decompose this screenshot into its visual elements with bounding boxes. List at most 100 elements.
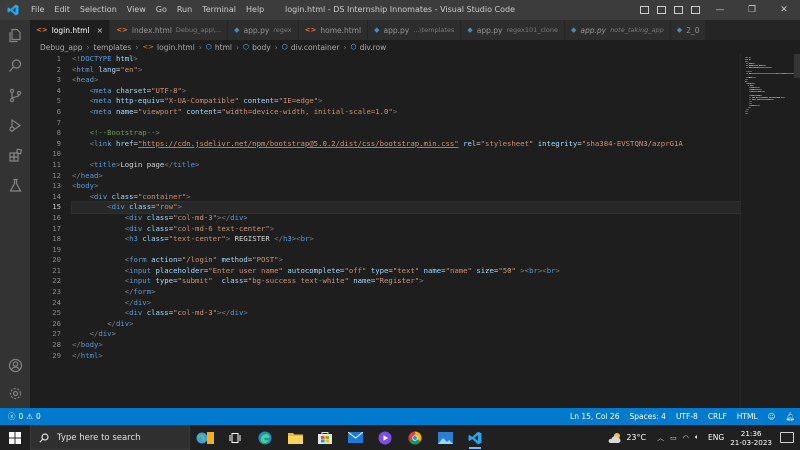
vscode-taskbar-icon[interactable] — [460, 425, 490, 450]
code-line[interactable]: <title>Login page</title> — [72, 160, 740, 171]
run-debug-icon[interactable] — [0, 110, 30, 140]
close-tab-icon[interactable]: × — [96, 26, 103, 35]
code-line[interactable]: <html lang="en"> — [72, 65, 740, 76]
code-line[interactable]: <div class="col-md-6 text-center"> — [72, 224, 740, 235]
menu-selection[interactable]: Selection — [75, 0, 122, 20]
code-line[interactable] — [72, 118, 740, 129]
code-line[interactable]: <input type="submit" class="bg-success t… — [72, 276, 740, 287]
volume-speaker-icon[interactable]: 🔈︎ — [695, 433, 699, 442]
widgets-globe-icon[interactable] — [190, 425, 220, 450]
code-line[interactable]: <link href="https://cdn.jsdelivr.net/npm… — [72, 139, 740, 150]
code-line[interactable]: <div class="col-md-3"></div> — [72, 308, 740, 319]
accounts-icon[interactable] — [0, 350, 30, 380]
code-editor[interactable]: 1 2 3 4 5 6 7 8 9 10 11 12 13 14 15 16 17 18 19 20 21 22 23 24 2… — [30, 54, 740, 408]
extensions-icon[interactable] — [0, 140, 30, 170]
tab-app-py-templates[interactable]: ◆ app.py ...\templates — [368, 20, 462, 40]
breadcrumb-item[interactable]: div.row — [360, 43, 387, 52]
chrome-browser-icon[interactable] — [400, 425, 430, 450]
breadcrumb-item[interactable]: html — [215, 43, 232, 52]
code-line[interactable]: </body> — [72, 340, 740, 351]
breadcrumb-item[interactable]: Debug_app — [40, 43, 83, 52]
code-line[interactable]: <!--Bootstrap--> — [72, 128, 740, 139]
code-line[interactable]: <head> — [72, 75, 740, 86]
input-language[interactable]: ENG — [708, 433, 724, 442]
customize-layout-icon[interactable] — [691, 6, 700, 14]
explorer-icon[interactable] — [0, 20, 30, 50]
photos-icon[interactable] — [430, 425, 460, 450]
menu-view[interactable]: View — [122, 0, 151, 20]
tab-home-html[interactable]: <> home.html — [298, 20, 369, 40]
tab-2-0[interactable]: ◆ 2_0 — [670, 20, 707, 40]
close-window-button[interactable]: ✕ — [768, 0, 800, 20]
manage-gear-icon[interactable] — [0, 378, 30, 408]
code-line[interactable]: <div class="container"> — [72, 192, 740, 203]
toggle-sidebar-icon[interactable] — [640, 6, 649, 14]
tab-login-html[interactable]: <> login.html × — [30, 20, 111, 40]
code-line[interactable]: <form action="/login" method="POST"> — [72, 255, 740, 266]
code-line[interactable]: <meta name="viewport" content="width=dev… — [72, 107, 740, 118]
encoding[interactable]: UTF-8 — [671, 412, 703, 421]
breadcrumb-item[interactable]: login.html — [157, 43, 195, 52]
testing-icon[interactable] — [0, 170, 30, 200]
microsoft-store-icon[interactable] — [310, 425, 340, 450]
code-line[interactable]: </div> — [72, 319, 740, 330]
code-line[interactable]: </html> — [72, 351, 740, 362]
code-lines[interactable]: <!DOCTYPE html> <html lang="en"> <head> <m… — [71, 54, 740, 362]
minimap-slider[interactable] — [794, 54, 800, 78]
code-line[interactable]: </form> — [72, 287, 740, 298]
tab-app-py-note-taking-app[interactable]: ◆ app.py note_taking_app — [564, 20, 671, 40]
media-player-icon[interactable] — [370, 425, 400, 450]
code-line[interactable] — [72, 245, 740, 256]
language-mode[interactable]: HTML — [732, 412, 763, 421]
code-line[interactable]: </head> — [72, 171, 740, 182]
end-of-line[interactable]: CRLF — [703, 412, 732, 421]
show-hidden-icons-chevron-icon[interactable]: ︿ — [657, 433, 664, 443]
indentation[interactable]: Spaces: 4 — [624, 412, 670, 421]
menu-terminal[interactable]: Terminal — [197, 0, 241, 20]
problems-indicator[interactable]: ⓧ 0 ⚠ 0 — [0, 411, 41, 422]
code-line[interactable]: <div class="col-md-3"></div> — [72, 213, 740, 224]
source-control-icon[interactable] — [0, 80, 30, 110]
minimap[interactable] — [740, 54, 800, 408]
code-line[interactable]: <!DOCTYPE html> — [72, 54, 740, 65]
toggle-secondary-sidebar-icon[interactable] — [674, 6, 683, 14]
tab-app-py-regex101-clone[interactable]: ◆ app.py regex101_clone — [461, 20, 565, 40]
taskbar-search-input[interactable]: Type here to search — [30, 425, 190, 450]
code-line[interactable]: <meta charset="UTF-8"> — [72, 86, 740, 97]
network-wifi-icon[interactable]: ◠ — [683, 434, 689, 442]
minimize-button[interactable]: — — [704, 0, 736, 20]
menu-help[interactable]: Help — [241, 0, 269, 20]
tab-app-py-regex[interactable]: ◆ app.py regex — [228, 20, 299, 40]
battery-icon[interactable]: ▭ — [670, 434, 677, 442]
mail-envelope-icon[interactable] — [340, 425, 370, 450]
maximize-button[interactable]: ❐ — [736, 0, 768, 20]
menu-file[interactable]: File — [26, 0, 49, 20]
breadcrumb-item[interactable]: div.container — [291, 43, 340, 52]
tab-index-html[interactable]: <> index.html Debug_app\... — [110, 20, 229, 40]
code-line[interactable]: <input placeholder="Enter user name" aut… — [72, 266, 740, 277]
breadcrumb-item[interactable]: body — [252, 43, 271, 52]
weather-widget[interactable]: 23°C — [607, 432, 646, 444]
cursor-position[interactable]: Ln 15, Col 26 — [565, 412, 624, 421]
feedback-icon[interactable]: ☺ — [763, 412, 781, 421]
code-line[interactable] — [72, 149, 740, 160]
edge-browser-icon[interactable] — [250, 425, 280, 450]
notifications-bell-icon[interactable]: 🔔︎ — [780, 412, 800, 421]
code-line[interactable]: </div> — [72, 298, 740, 309]
code-line[interactable]: <body> — [72, 181, 740, 192]
toggle-panel-icon[interactable] — [657, 6, 666, 14]
breadcrumb-item[interactable]: templates — [94, 43, 132, 52]
clock[interactable]: 21:36 21-03-2023 — [730, 429, 772, 447]
windows-start-icon[interactable] — [0, 425, 30, 450]
notification-center-icon[interactable] — [780, 432, 794, 443]
search-icon[interactable] — [0, 50, 30, 80]
code-line[interactable]: <h3 class="text-center"> REGISTER </h3><… — [72, 234, 740, 245]
code-line[interactable]: </div> — [72, 329, 740, 340]
menu-run[interactable]: Run — [172, 0, 197, 20]
task-view-icon[interactable] — [220, 425, 250, 450]
file-explorer-folder-icon[interactable] — [280, 425, 310, 450]
menu-go[interactable]: Go — [151, 0, 172, 20]
menu-edit[interactable]: Edit — [49, 0, 75, 20]
code-line[interactable]: <div class="row"> — [71, 201, 740, 214]
code-line[interactable]: <meta http-equiv="X-UA-Compatible" conte… — [72, 96, 740, 107]
